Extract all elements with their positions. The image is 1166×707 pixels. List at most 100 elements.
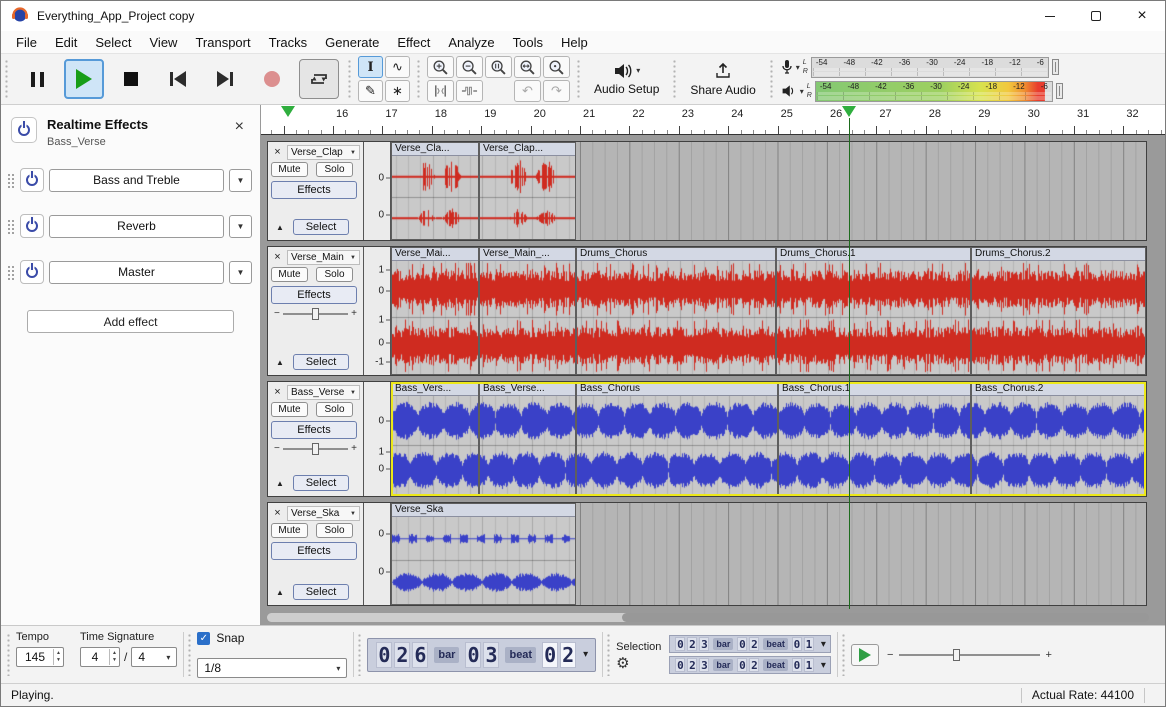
record-button[interactable]: [252, 59, 292, 99]
close-button[interactable]: ×: [1119, 1, 1165, 31]
toolbar-grip[interactable]: [841, 633, 846, 676]
select-button[interactable]: Select: [293, 475, 349, 491]
solo-button[interactable]: Solo: [316, 267, 353, 282]
track-waveform-area[interactable]: Verse_Ska: [391, 503, 1146, 605]
minimize-button[interactable]: [1027, 1, 1073, 31]
mute-button[interactable]: Mute: [271, 162, 308, 177]
menu-edit[interactable]: Edit: [46, 33, 86, 52]
clip-name[interactable]: Verse_Main_...: [480, 248, 575, 261]
menu-effect[interactable]: Effect: [388, 33, 439, 52]
envelope-tool-button[interactable]: ∿: [385, 56, 410, 78]
slider-thumb[interactable]: [312, 443, 319, 455]
effect-menu-button[interactable]: ▼: [229, 261, 252, 284]
trim-audio-button[interactable]: [427, 80, 454, 102]
record-meter[interactable]: -54-48-42-36-30-24-18-12-6: [811, 57, 1049, 78]
clip-name[interactable]: Verse_Ska: [392, 504, 575, 517]
mute-button[interactable]: Mute: [271, 267, 308, 282]
clip-name[interactable]: Bass_Chorus.2: [972, 383, 1145, 396]
silence-audio-button[interactable]: [456, 80, 483, 102]
gain-slider[interactable]: −+: [274, 308, 357, 319]
maximize-button[interactable]: [1073, 1, 1119, 31]
slider-thumb[interactable]: [953, 649, 960, 661]
track-close-button[interactable]: ×: [271, 251, 284, 264]
clip-name[interactable]: Verse_Cla...: [392, 143, 478, 156]
audio-clip[interactable]: Drums_Chorus.2: [971, 247, 1146, 375]
playhead-marker[interactable]: [842, 106, 856, 117]
track-name-dropdown[interactable]: Verse_Clap▼: [287, 145, 360, 160]
menu-help[interactable]: Help: [552, 33, 597, 52]
playback-start-marker[interactable]: [281, 106, 295, 117]
track-waveform-area[interactable]: Verse_Mai...Verse_Main_...Drums_ChorusDr…: [391, 247, 1146, 375]
clip-name[interactable]: Bass_Chorus.1: [779, 383, 970, 396]
audio-clip[interactable]: Verse_Clap...: [479, 142, 576, 240]
audio-clip[interactable]: Drums_Chorus: [576, 247, 776, 375]
track-effects-button[interactable]: Effects: [271, 181, 357, 199]
slider-thumb[interactable]: [312, 308, 319, 320]
collapse-button[interactable]: ▲: [272, 585, 288, 599]
drag-handle-icon[interactable]: [7, 173, 15, 188]
zoom-in-button[interactable]: [427, 56, 454, 78]
drag-handle-icon[interactable]: [7, 219, 15, 234]
add-effect-button[interactable]: Add effect: [27, 310, 234, 333]
audio-clip[interactable]: Bass_Chorus: [576, 382, 778, 496]
zoom-out-button[interactable]: [456, 56, 483, 78]
track-effects-button[interactable]: Effects: [271, 421, 357, 439]
scrollbar-thumb[interactable]: [622, 613, 1149, 622]
clip-name[interactable]: Bass_Verse...: [480, 383, 575, 396]
track-name-dropdown[interactable]: Verse_Ska▼: [287, 506, 360, 521]
menu-select[interactable]: Select: [86, 33, 140, 52]
fit-project-button[interactable]: [514, 56, 541, 78]
toolbar-grip[interactable]: [416, 59, 421, 99]
track-waveform-area[interactable]: Verse_Cla...Verse_Clap...: [391, 142, 1146, 240]
clip-name[interactable]: Bass_Chorus: [577, 383, 777, 396]
effect-power-button[interactable]: [20, 214, 44, 238]
mute-button[interactable]: Mute: [271, 523, 308, 538]
toolbar-grip[interactable]: [576, 59, 581, 99]
audio-setup-button[interactable]: ▾ Audio Setup: [584, 61, 669, 98]
effect-menu-button[interactable]: ▼: [229, 215, 252, 238]
toolbar-grip[interactable]: [4, 59, 9, 99]
collapse-button[interactable]: ▲: [272, 476, 288, 490]
track-close-button[interactable]: ×: [271, 386, 284, 399]
track-effects-button[interactable]: Effects: [271, 286, 357, 304]
toolbar-grip[interactable]: [347, 59, 352, 99]
spinner-arrows[interactable]: ▲▼: [109, 649, 119, 665]
selection-time-field[interactable]: 023bar02beat01▾: [669, 635, 831, 653]
track-effects-button[interactable]: Effects: [271, 542, 357, 560]
multi-tool-button[interactable]: ∗: [385, 80, 410, 102]
timeline-ruler[interactable]: 1617181920212223242526272829303132: [261, 105, 1165, 135]
track-name-dropdown[interactable]: Bass_Verse▼: [287, 385, 360, 400]
dropdown-icon[interactable]: ▾: [821, 660, 826, 671]
select-button[interactable]: Select: [293, 219, 349, 235]
effect-name[interactable]: Reverb: [49, 215, 224, 238]
horizontal-scrollbar[interactable]: [267, 613, 1145, 622]
effect-menu-button[interactable]: ▼: [229, 169, 252, 192]
stop-button[interactable]: [111, 59, 151, 99]
collapse-button[interactable]: ▲: [272, 355, 288, 369]
track-name-dropdown[interactable]: Verse_Main▼: [287, 250, 360, 265]
effects-panel-close-button[interactable]: ×: [229, 117, 250, 137]
menu-file[interactable]: File: [7, 33, 46, 52]
timesig-upper-input[interactable]: 4 ▲▼: [80, 647, 120, 667]
tempo-input[interactable]: 145 ▲▼: [16, 647, 64, 667]
pause-button[interactable]: [17, 59, 57, 99]
effect-power-button[interactable]: [20, 260, 44, 284]
menu-generate[interactable]: Generate: [316, 33, 388, 52]
audio-clip[interactable]: Verse_Ska: [391, 503, 576, 605]
audio-clip[interactable]: Drums_Chorus.1: [776, 247, 971, 375]
audio-clip[interactable]: Verse_Mai...: [391, 247, 479, 375]
toolbar-grip[interactable]: [606, 633, 611, 676]
track-waveform-area[interactable]: Bass_Vers...Bass_Verse...Bass_ChorusBass…: [391, 382, 1146, 496]
audio-clip[interactable]: Bass_Chorus.1: [778, 382, 971, 496]
drag-handle-icon[interactable]: [7, 265, 15, 280]
clip-name[interactable]: Drums_Chorus.1: [777, 248, 970, 261]
skip-to-start-button[interactable]: [158, 59, 198, 99]
menu-tracks[interactable]: Tracks: [260, 33, 317, 52]
dropdown-icon[interactable]: ▾: [821, 639, 826, 650]
solo-button[interactable]: Solo: [316, 402, 353, 417]
select-button[interactable]: Select: [293, 354, 349, 370]
menu-view[interactable]: View: [141, 33, 187, 52]
effects-power-button[interactable]: [11, 117, 37, 143]
effect-name[interactable]: Bass and Treble: [49, 169, 224, 192]
gain-slider[interactable]: −+: [274, 443, 357, 454]
